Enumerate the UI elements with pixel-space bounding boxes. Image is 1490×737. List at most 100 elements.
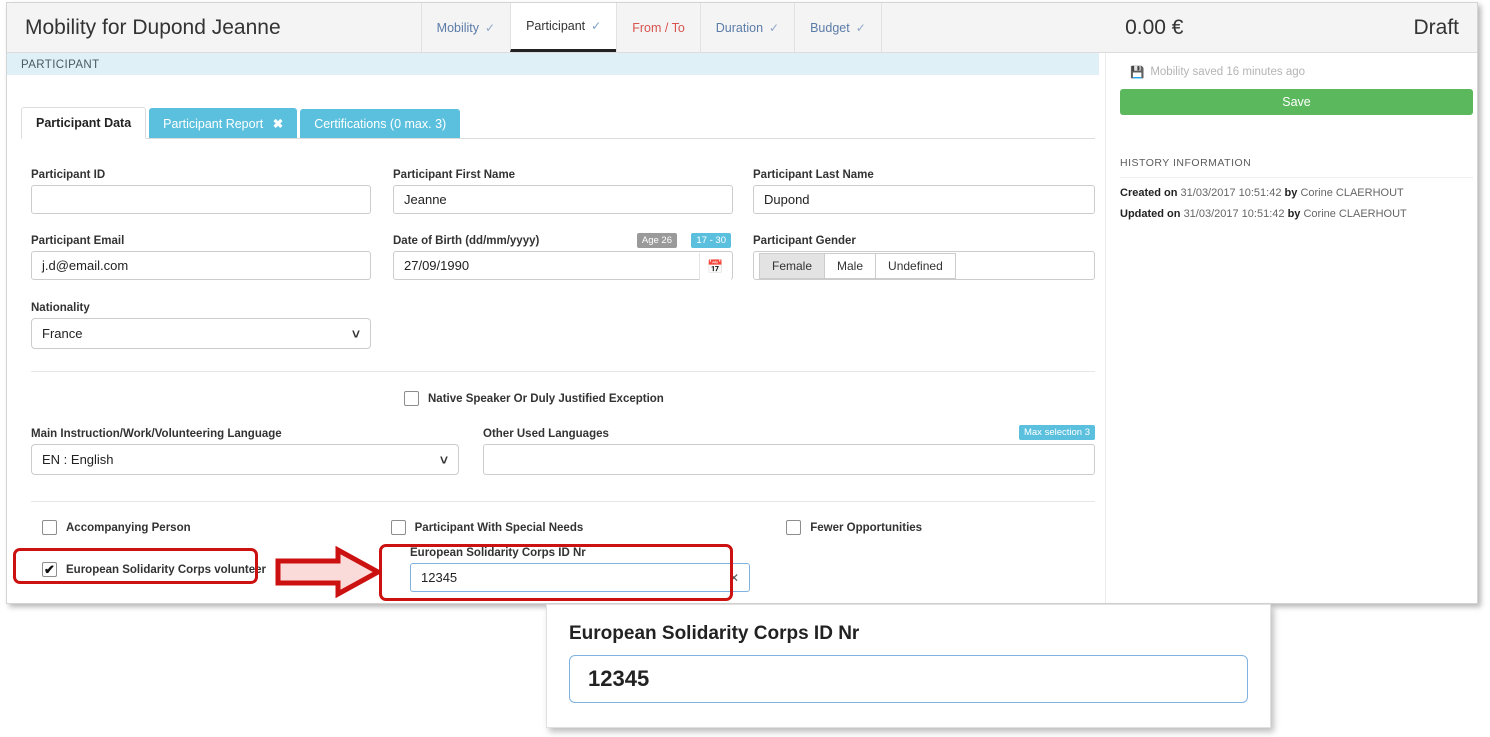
participant-subtabs: Participant Data Participant Report ✖ Ce…	[21, 107, 1105, 139]
fewer-opportunities-checkbox[interactable]	[786, 520, 802, 535]
history-created-user: Corine CLAERHOUT	[1300, 187, 1404, 199]
arrow-right-icon	[275, 545, 384, 599]
participant-form: Participant ID Participant First Name Je…	[7, 139, 1105, 603]
nationality-label: Nationality	[31, 302, 90, 314]
sidebar: 💾 Mobility saved 16 minutes ago Save HIS…	[1105, 53, 1477, 603]
page-body: PARTICIPANT Participant Data Participant…	[7, 53, 1477, 603]
gender-toggle-group: Female Male Undefined	[753, 251, 1095, 280]
fewer-opportunities-wrap[interactable]: Fewer Opportunities	[786, 520, 922, 535]
esc-id-input-wrap[interactable]: 12345 ✕	[410, 563, 751, 592]
last-name-input[interactable]: Dupond	[753, 185, 1095, 214]
screenshot-root: Mobility for Dupond Jeanne Mobility ✓ Pa…	[0, 0, 1490, 737]
native-speaker-checkbox-wrap[interactable]: Native Speaker Or Duly Justified Excepti…	[404, 391, 664, 406]
participant-id-input[interactable]	[31, 185, 371, 214]
main-language-label: Main Instruction/Work/Volunteering Langu…	[31, 428, 282, 440]
native-speaker-label: Native Speaker Or Duly Justified Excepti…	[428, 392, 664, 405]
form-row-flags-1: Accompanying Person Participant With Spe…	[7, 520, 1105, 535]
history-updated-prefix: Updated on	[1120, 208, 1181, 220]
accompanying-person-checkbox[interactable]	[42, 520, 57, 535]
magnified-callout-panel: European Solidarity Corps ID Nr 12345	[546, 604, 1271, 728]
nav-tab-mobility[interactable]: Mobility ✓	[420, 3, 511, 52]
nav-tab-mobility-label: Mobility	[436, 20, 480, 35]
gender-option-male[interactable]: Male	[824, 252, 877, 279]
accompanying-person-wrap[interactable]: Accompanying Person	[42, 520, 191, 535]
checkmark-icon: ✔	[44, 562, 55, 577]
main-language-select[interactable]: EN : English ˅	[31, 444, 459, 475]
subtab-participant-data-label: Participant Data	[36, 116, 132, 130]
accompanying-person-label: Accompanying Person	[66, 521, 191, 534]
save-button[interactable]: Save	[1120, 89, 1473, 115]
saved-status: 💾 Mobility saved 16 minutes ago	[1120, 61, 1459, 79]
main-nav-tabs: Mobility ✓ Participant ✓ From / To Durat…	[420, 3, 882, 52]
nav-tab-from-to[interactable]: From / To	[616, 3, 700, 52]
field-other-languages: Other Used Languages Max selection 3	[483, 425, 1095, 475]
esc-volunteer-wrap[interactable]: ✔ European Solidarity Corps volunteer	[42, 547, 266, 592]
clear-icon[interactable]: ✕	[729, 571, 739, 585]
fewer-opportunities-label: Fewer Opportunities	[810, 521, 923, 534]
email-input[interactable]: j.d@email.com	[31, 251, 371, 280]
dob-input: 27/09/1990	[404, 258, 470, 273]
gender-option-undefined[interactable]: Undefined	[875, 252, 956, 279]
dob-input-wrap[interactable]: 27/09/1990 📅	[393, 251, 733, 280]
subtab-participant-report-label: Participant Report	[163, 117, 264, 131]
nav-tab-participant[interactable]: Participant ✓	[510, 3, 617, 52]
dob-label: Date of Birth (dd/mm/yyyy)	[393, 235, 540, 247]
last-name-label: Participant Last Name	[753, 169, 874, 181]
nationality-select[interactable]: France ˅	[31, 318, 371, 349]
esc-volunteer-checkbox[interactable]: ✔	[42, 562, 57, 577]
form-row-names: Participant ID Participant First Name Je…	[7, 169, 1105, 214]
app-header: Mobility for Dupond Jeanne Mobility ✓ Pa…	[7, 3, 1477, 53]
special-needs-checkbox[interactable]	[390, 520, 406, 535]
first-name-label: Participant First Name	[393, 169, 516, 181]
nav-tab-duration-label: Duration	[715, 20, 764, 35]
subtab-participant-report[interactable]: Participant Report ✖	[149, 108, 298, 139]
gender-label: Participant Gender	[753, 235, 856, 247]
field-last-name: Participant Last Name Dupond	[753, 169, 1095, 214]
saved-status-text: Mobility saved 16 minutes ago	[1150, 66, 1306, 78]
check-icon: ✓	[855, 20, 866, 35]
close-icon[interactable]: ✖	[273, 117, 283, 131]
nav-tab-duration[interactable]: Duration ✓	[699, 3, 795, 52]
nav-tab-budget-label: Budget	[810, 20, 850, 35]
nav-tab-from-to-label: From / To	[632, 20, 685, 35]
main-content-column: PARTICIPANT Participant Data Participant…	[7, 53, 1105, 603]
callout-esc-id-input[interactable]: 12345	[569, 655, 1248, 703]
field-email: Participant Email j.d@email.com	[31, 235, 371, 280]
subtab-certifications-label: Certifications (0 max. 3)	[314, 117, 447, 131]
form-row-native-speaker: Native Speaker Or Duly Justified Excepti…	[7, 391, 1105, 406]
nav-tab-participant-label: Participant	[526, 19, 586, 33]
subtab-certifications[interactable]: Certifications (0 max. 3)	[300, 109, 461, 139]
participant-id-label: Participant ID	[31, 169, 106, 181]
history-updated-datetime: 31/03/2017 10:51:42	[1183, 208, 1285, 220]
divider-1	[31, 371, 1095, 372]
esc-id-label: European Solidarity Corps ID Nr	[410, 547, 586, 559]
special-needs-wrap[interactable]: Participant With Special Needs	[390, 520, 583, 535]
field-gender: Participant Gender Female Male Undefined	[753, 235, 1095, 280]
first-name-input[interactable]: Jeanne	[393, 185, 733, 214]
history-row-updated: Updated on 31/03/2017 10:51:42 by Corine…	[1120, 208, 1459, 220]
history-created-prefix: Created on	[1120, 187, 1178, 199]
max-selection-badge: Max selection 3	[1018, 425, 1095, 440]
history-updated-user: Corine CLAERHOUT	[1303, 208, 1407, 220]
other-languages-input[interactable]	[483, 444, 1095, 475]
field-esc-id: European Solidarity Corps ID Nr 12345 ✕	[410, 547, 751, 592]
status-badge: Draft	[1413, 15, 1459, 39]
gender-option-female[interactable]: Female	[759, 252, 826, 279]
nationality-value: France	[42, 326, 83, 341]
calendar-icon[interactable]: 📅	[699, 253, 731, 280]
native-speaker-checkbox[interactable]	[404, 391, 419, 406]
esc-id-input: 12345	[421, 570, 458, 585]
check-icon: ✓	[769, 20, 780, 35]
esc-volunteer-label: European Solidarity Corps volunteer	[66, 563, 267, 576]
floppy-disk-icon: 💾	[1130, 67, 1145, 79]
nav-tab-budget[interactable]: Budget ✓	[794, 3, 882, 52]
history-row-created: Created on 31/03/2017 10:51:42 by Corine…	[1120, 187, 1459, 199]
history-information-title: HISTORY INFORMATION	[1120, 157, 1473, 178]
form-row-flags-2: ✔ European Solidarity Corps volunteer Eu…	[7, 547, 1105, 592]
chevron-down-icon: ˅	[351, 325, 360, 342]
section-banner-participant: PARTICIPANT	[7, 53, 1099, 75]
subtab-participant-data[interactable]: Participant Data	[21, 107, 147, 139]
age-badge: Age 26	[636, 233, 677, 248]
history-updated-by: by	[1287, 208, 1301, 220]
annotation-arrow	[274, 545, 384, 603]
